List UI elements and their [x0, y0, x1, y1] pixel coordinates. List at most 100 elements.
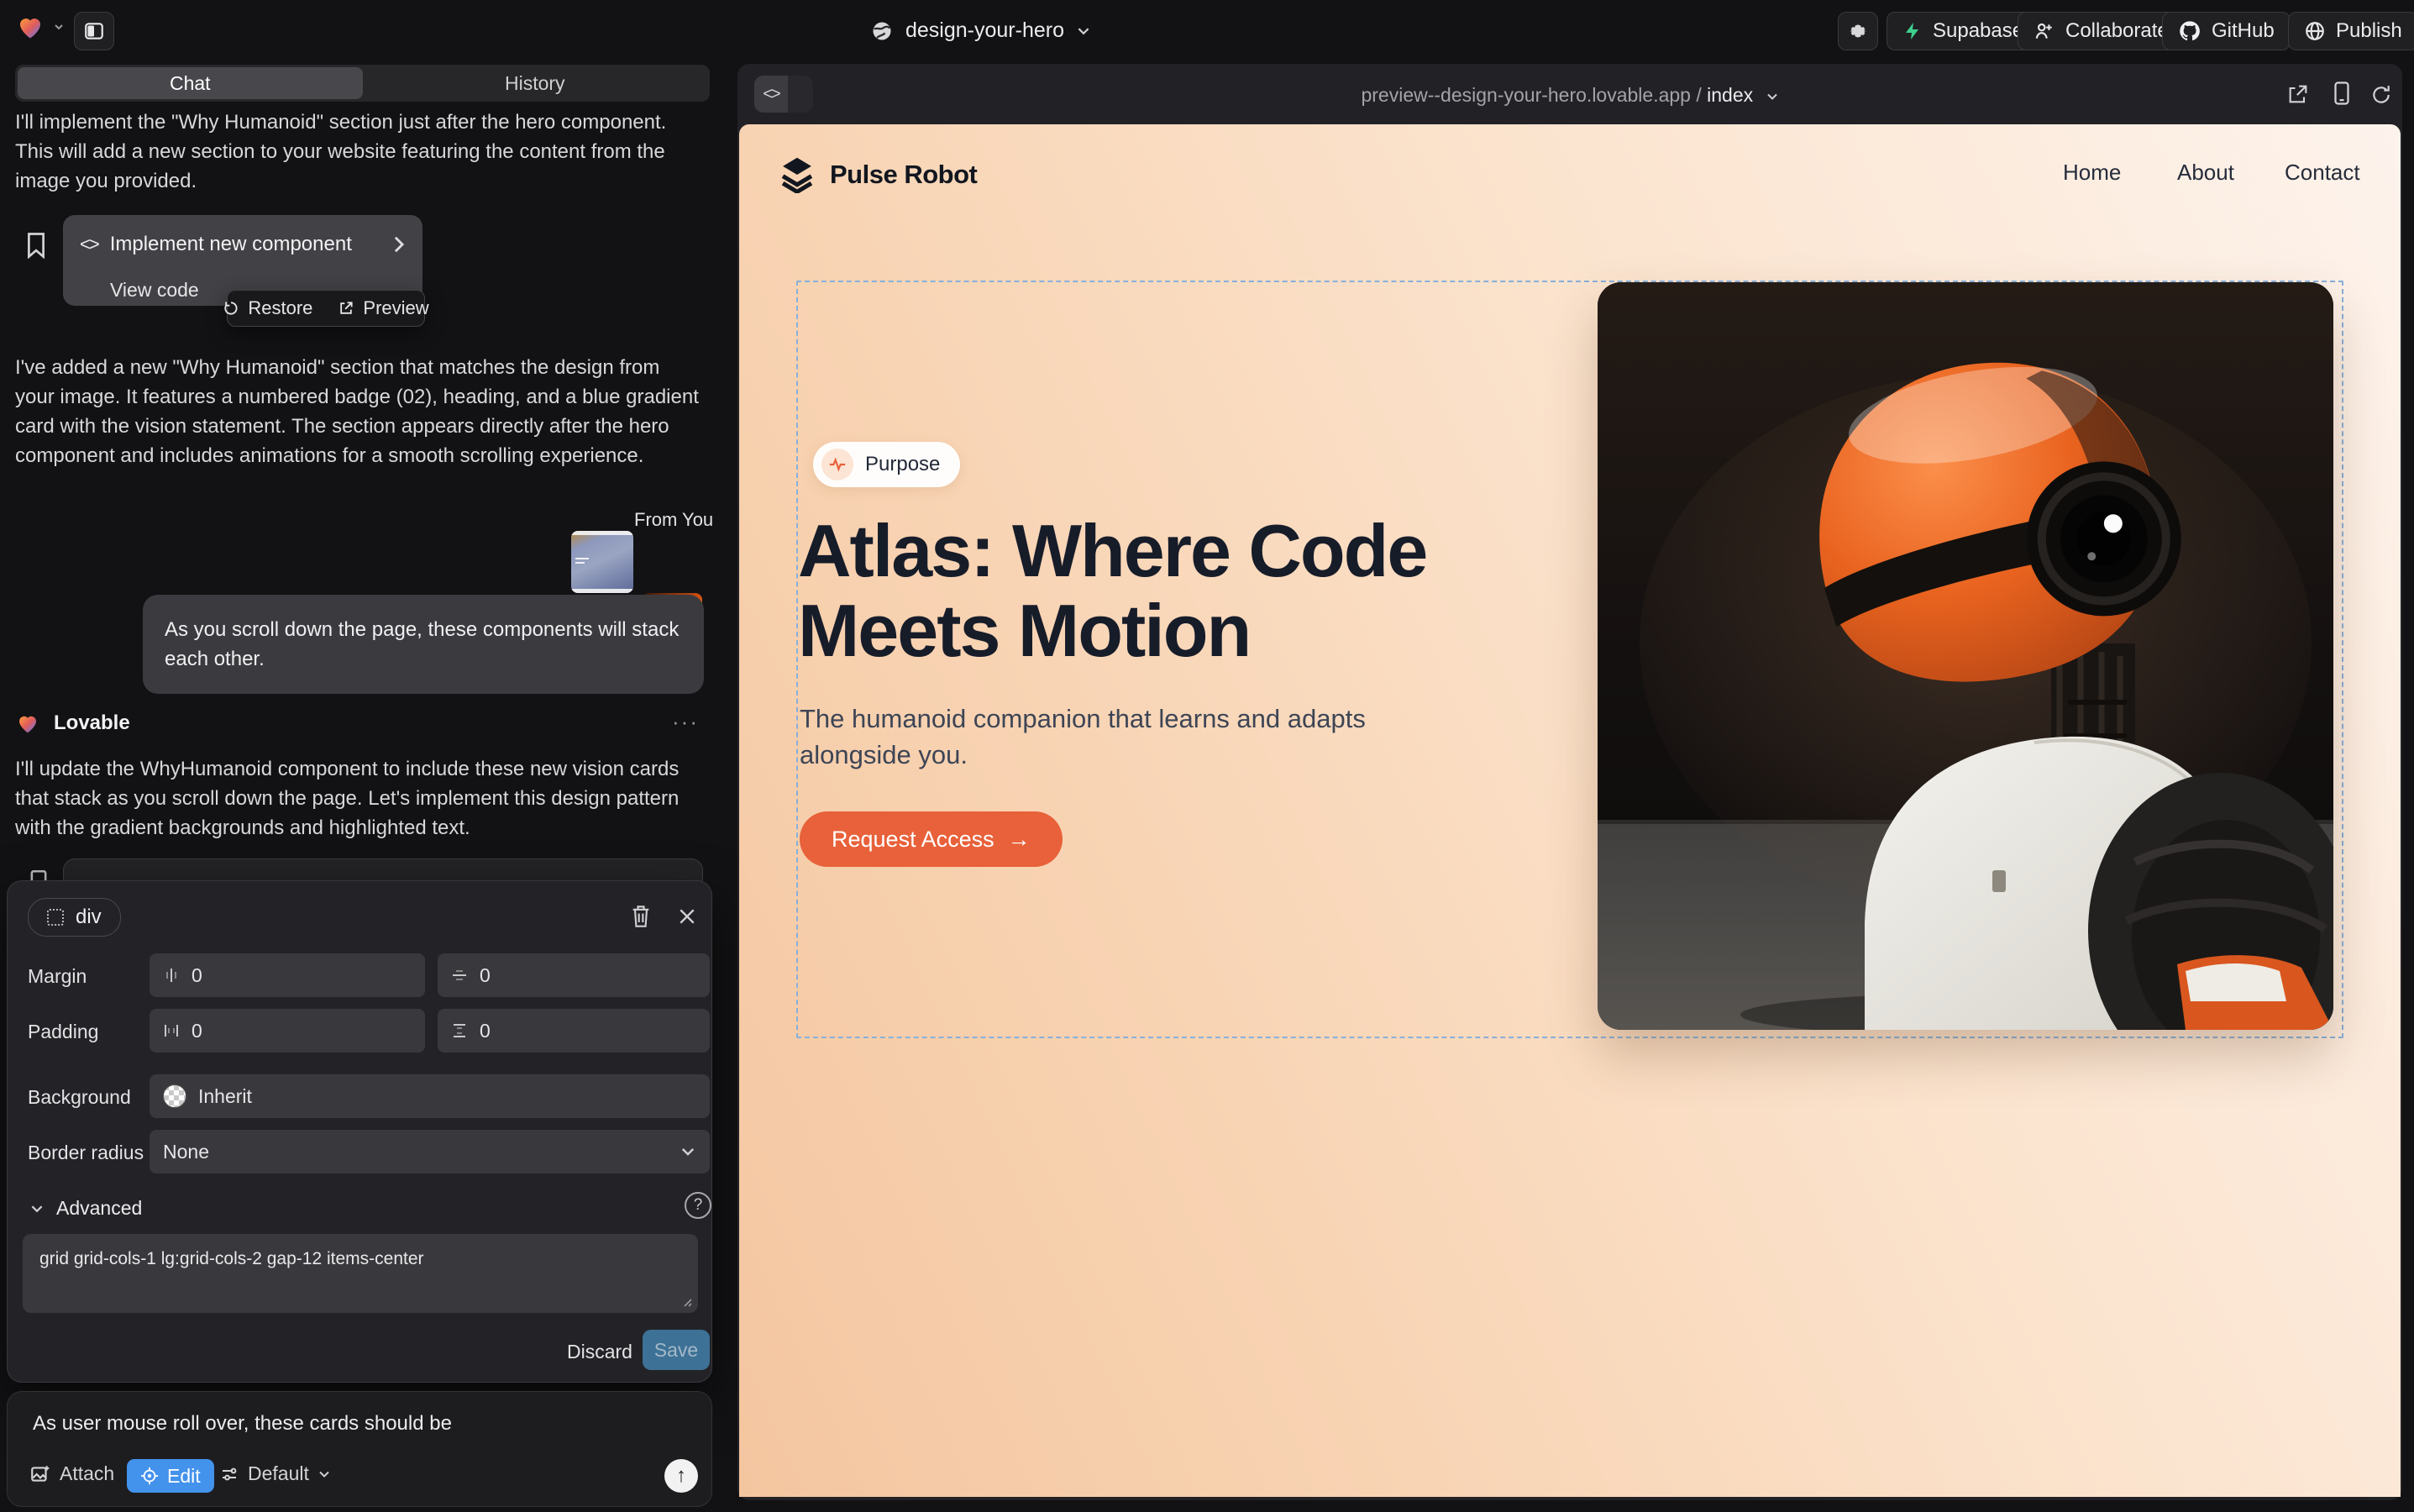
- card-title: Implement new component: [110, 233, 380, 256]
- margin-horizontal-icon: [163, 967, 180, 984]
- chevron-down-icon: [29, 1201, 45, 1216]
- sidebar-icon: [83, 20, 105, 42]
- hero-robot-image: [1598, 282, 2333, 1030]
- site-viewport: Pulse Robot Home About Contact Purpose A…: [739, 124, 2401, 1497]
- selected-element-chip[interactable]: div: [28, 898, 121, 937]
- implement-card-partial[interactable]: [63, 858, 703, 881]
- send-button[interactable]: ↑: [664, 1459, 698, 1493]
- assistant-name: Lovable: [54, 711, 130, 735]
- preview-frame: <> preview--design-your-hero.lovable.app…: [737, 64, 2402, 1500]
- restore-preview-toolbar: Restore Preview: [227, 290, 425, 327]
- assistant-message-3: I'll update the WhyHumanoid component to…: [15, 754, 694, 843]
- preview-url[interactable]: preview--design-your-hero.lovable.app / …: [737, 84, 2402, 107]
- tab-chat[interactable]: Chat: [18, 67, 363, 99]
- padding-y-input[interactable]: 0: [438, 1009, 710, 1053]
- padding-x-input[interactable]: 0: [150, 1009, 425, 1053]
- github-button[interactable]: GitHub: [2162, 12, 2291, 50]
- globe-icon: [870, 19, 894, 43]
- refresh-icon[interactable]: [2370, 84, 2392, 106]
- margin-y-input[interactable]: 0: [438, 953, 710, 997]
- chevron-down-icon: [1076, 24, 1091, 39]
- border-radius-select[interactable]: None: [150, 1130, 710, 1173]
- edit-mode-button[interactable]: Edit: [127, 1459, 214, 1493]
- lovable-heart-icon: [15, 711, 40, 736]
- attach-image-icon: [29, 1463, 51, 1485]
- chevron-down-icon: [317, 1467, 331, 1481]
- border-radius-label: Border radius: [28, 1142, 144, 1164]
- chat-composer: As user mouse roll over, these cards sho…: [7, 1391, 712, 1507]
- attach-button[interactable]: Attach: [29, 1462, 114, 1485]
- margin-vertical-icon: [451, 967, 468, 984]
- request-access-button[interactable]: Request Access →: [800, 811, 1063, 867]
- nav-home[interactable]: Home: [2063, 160, 2121, 186]
- style-inspector-panel: div Margin 0 0 Padding 0: [7, 880, 712, 1383]
- resize-handle[interactable]: [680, 1294, 693, 1308]
- pulse-icon: [821, 449, 853, 480]
- project-switcher[interactable]: design-your-hero: [870, 18, 1091, 43]
- chevron-down-icon: [52, 20, 66, 34]
- nav-contact[interactable]: Contact: [2285, 160, 2360, 186]
- bookmark-icon[interactable]: [25, 232, 47, 259]
- app-menu[interactable]: [15, 12, 66, 42]
- target-icon: [140, 1467, 159, 1485]
- sidebar-toggle-button[interactable]: [74, 12, 114, 50]
- padding-vertical-icon: [451, 1022, 468, 1039]
- mode-select[interactable]: Default: [219, 1462, 331, 1485]
- preview-button[interactable]: Preview: [338, 297, 428, 319]
- supabase-button[interactable]: Supabase: [1887, 12, 2039, 50]
- message-menu-button[interactable]: ···: [672, 709, 699, 735]
- advanced-toggle[interactable]: Advanced: [29, 1197, 142, 1220]
- project-name: design-your-hero: [905, 18, 1064, 43]
- discard-button[interactable]: Discard: [562, 1340, 638, 1364]
- site-logo[interactable]: Pulse Robot: [779, 156, 977, 193]
- supabase-icon: [1902, 21, 1923, 41]
- background-input[interactable]: Inherit: [150, 1074, 710, 1118]
- restore-icon: [223, 300, 239, 317]
- lovable-app: design-your-hero Supabase Collaborate Gi…: [0, 0, 2414, 1512]
- github-icon: [2178, 19, 2201, 43]
- help-icon[interactable]: ?: [685, 1192, 711, 1219]
- nav-about[interactable]: About: [2177, 160, 2234, 186]
- save-button[interactable]: Save: [643, 1330, 710, 1370]
- arrow-right-icon: →: [1008, 827, 1031, 853]
- settings-button[interactable]: [1838, 12, 1878, 50]
- composer-input[interactable]: As user mouse roll over, these cards sho…: [33, 1412, 688, 1436]
- advanced-classes-textarea[interactable]: grid grid-cols-1 lg:grid-cols-2 gap-12 i…: [23, 1234, 698, 1313]
- padding-label: Padding: [28, 1021, 98, 1043]
- margin-label: Margin: [28, 965, 87, 988]
- publish-button[interactable]: Publish: [2288, 12, 2414, 50]
- from-you-label: From You: [634, 509, 713, 531]
- padding-horizontal-icon: [163, 1022, 180, 1039]
- chevron-right-icon: [392, 235, 406, 254]
- assistant-message-2: I've added a new "Why Humanoid" section …: [15, 353, 702, 470]
- restore-button[interactable]: Restore: [223, 297, 312, 319]
- assistant-message-1: I'll implement the "Why Humanoid" sectio…: [15, 108, 697, 196]
- hero-subtext: The humanoid companion that learns and a…: [800, 701, 1366, 773]
- close-icon[interactable]: [678, 907, 696, 926]
- chevron-down-icon: [680, 1143, 696, 1160]
- transparency-swatch-icon: [163, 1084, 186, 1108]
- mobile-view-icon[interactable]: [2330, 81, 2354, 106]
- chevron-down-icon: [1766, 90, 1779, 103]
- code-icon: <>: [80, 234, 98, 255]
- layers-icon: [779, 156, 815, 193]
- attachment-thumbnail-1[interactable]: [571, 531, 633, 593]
- assistant-header: Lovable: [15, 711, 130, 736]
- trash-icon[interactable]: [631, 905, 651, 928]
- gear-icon: [1847, 20, 1869, 42]
- tab-history[interactable]: History: [363, 67, 708, 99]
- open-external-icon[interactable]: [2286, 82, 2310, 106]
- purpose-badge: Purpose: [813, 442, 960, 487]
- user-message-bubble: As you scroll down the page, these compo…: [143, 595, 704, 694]
- hero-heading: Atlas: Where Code Meets Motion: [798, 511, 1426, 670]
- chat-history-tabs: Chat History: [15, 65, 710, 102]
- publish-globe-icon: [2304, 20, 2326, 42]
- element-outline-icon: [47, 909, 64, 926]
- background-label: Background: [28, 1086, 131, 1109]
- external-link-icon: [338, 300, 354, 317]
- collaborate-icon: [2034, 20, 2055, 42]
- sliders-icon: [219, 1464, 239, 1484]
- margin-x-input[interactable]: 0: [150, 953, 425, 997]
- lovable-heart-icon: [15, 12, 45, 42]
- collaborate-button[interactable]: Collaborate: [2018, 12, 2185, 50]
